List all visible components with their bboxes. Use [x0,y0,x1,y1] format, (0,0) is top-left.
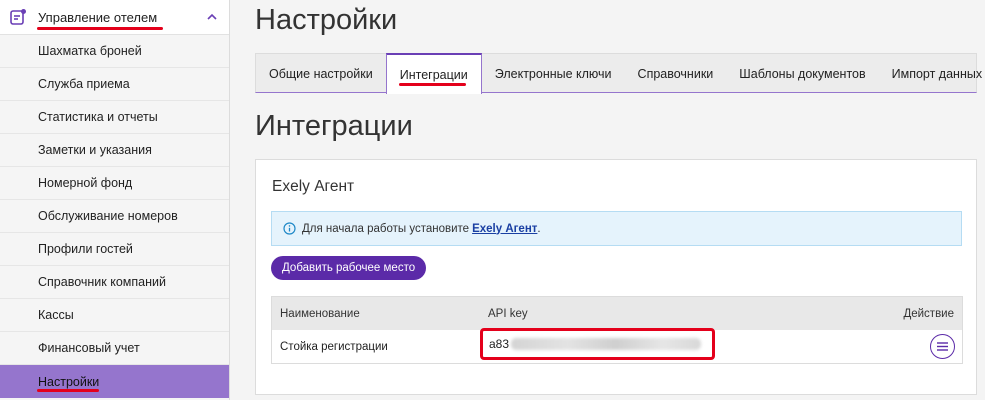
tab-electronic-keys[interactable]: Электронные ключи [482,54,625,93]
info-text: Для начала работы установите [302,222,470,235]
highlight-underline [37,389,99,392]
sidebar-item-label: Справочник компаний [38,275,166,289]
sidebar-item-label: Кассы [38,308,74,322]
tab-label: Шаблоны документов [739,66,866,81]
sidebar-item-label: Финансовый учет [38,341,140,355]
highlight-underline [37,27,163,30]
table-header: Наименование API key Действие [272,297,962,330]
settings-tabs: Общие настройки Интеграции Электронные к… [255,53,982,94]
tab-label: Общие настройки [269,66,373,81]
row-name: Стойка регистрации [280,340,388,353]
sidebar-item-booking-grid[interactable]: Шахматка броней [0,35,229,68]
info-alert: Для начала работы установите Exely Агент… [271,211,962,246]
tab-integrations[interactable]: Интеграции [385,53,482,94]
tab-label: Интеграции [399,67,468,82]
sidebar-item-label: Статистика и отчеты [38,110,158,124]
sidebar-item-finance[interactable]: Финансовый учет [0,332,229,365]
sidebar-item-cash-desks[interactable]: Кассы [0,299,229,332]
sidebar-item-label: Номерной фонд [38,176,133,190]
agents-table: Наименование API key Действие Стойка рег… [271,296,963,364]
table-row: Стойка регистрации a83 [272,328,962,363]
sidebar-item-companies[interactable]: Справочник компаний [0,266,229,299]
section-title: Интеграции [255,110,413,142]
info-icon [283,222,296,235]
sidebar-item-guest-profiles[interactable]: Профили гостей [0,233,229,266]
sidebar-section-hotel-management[interactable]: Управление отелем [0,0,229,35]
tab-label: Импорт данных [891,66,983,81]
sidebar-item-label: Профили гостей [38,242,133,256]
sidebar-section-label: Управление отелем [38,9,158,25]
hotel-management-icon [9,8,27,26]
sidebar-item-label: Настройки [38,374,100,389]
sidebar-item-settings[interactable]: Настройки [0,365,229,398]
tab-document-templates[interactable]: Шаблоны документов [726,54,878,93]
main-content: Настройки Общие настройки Интеграции Эле… [231,0,985,400]
tab-directories[interactable]: Справочники [625,54,727,93]
sidebar-item-label: Заметки и указания [38,143,152,157]
api-key-value[interactable]: a83 [489,337,509,351]
column-header-action: Действие [903,307,954,320]
add-workstation-button[interactable]: Добавить рабочее место [271,256,427,280]
sidebar-item-notes[interactable]: Заметки и указания [0,134,229,167]
column-header-name: Наименование [280,307,360,320]
api-key-redacted [511,338,702,350]
page-title: Настройки [255,4,398,36]
exely-agent-link[interactable]: Exely Агент [472,223,537,235]
tab-label: Справочники [637,66,714,81]
sidebar-item-label: Служба приема [38,77,130,91]
sidebar-item-housekeeping[interactable]: Обслуживание номеров [0,200,229,233]
tab-data-import[interactable]: Импорт данных [879,54,985,93]
card-title: Exely Агент [272,178,355,195]
sidebar-item-rooms[interactable]: Номерной фонд [0,167,229,200]
menu-icon[interactable] [930,334,955,359]
sidebar-item-front-desk[interactable]: Служба приема [0,68,229,101]
api-key-highlight: a83 [480,328,715,360]
highlight-underline [398,83,466,86]
tab-general-settings[interactable]: Общие настройки [256,54,386,93]
sidebar-item-statistics[interactable]: Статистика и отчеты [0,101,229,134]
chevron-up-icon[interactable] [205,10,219,24]
sidebar: Управление отелем Шахматка броней Служба… [0,0,230,400]
tab-label: Электронные ключи [494,66,612,81]
column-header-api-key: API key [488,307,528,320]
exely-agent-card: Exely Агент Для начала работы установите… [255,159,977,395]
info-text-end: . [537,222,541,235]
sidebar-item-label: Шахматка броней [38,44,142,58]
sidebar-item-label: Обслуживание номеров [38,209,178,223]
